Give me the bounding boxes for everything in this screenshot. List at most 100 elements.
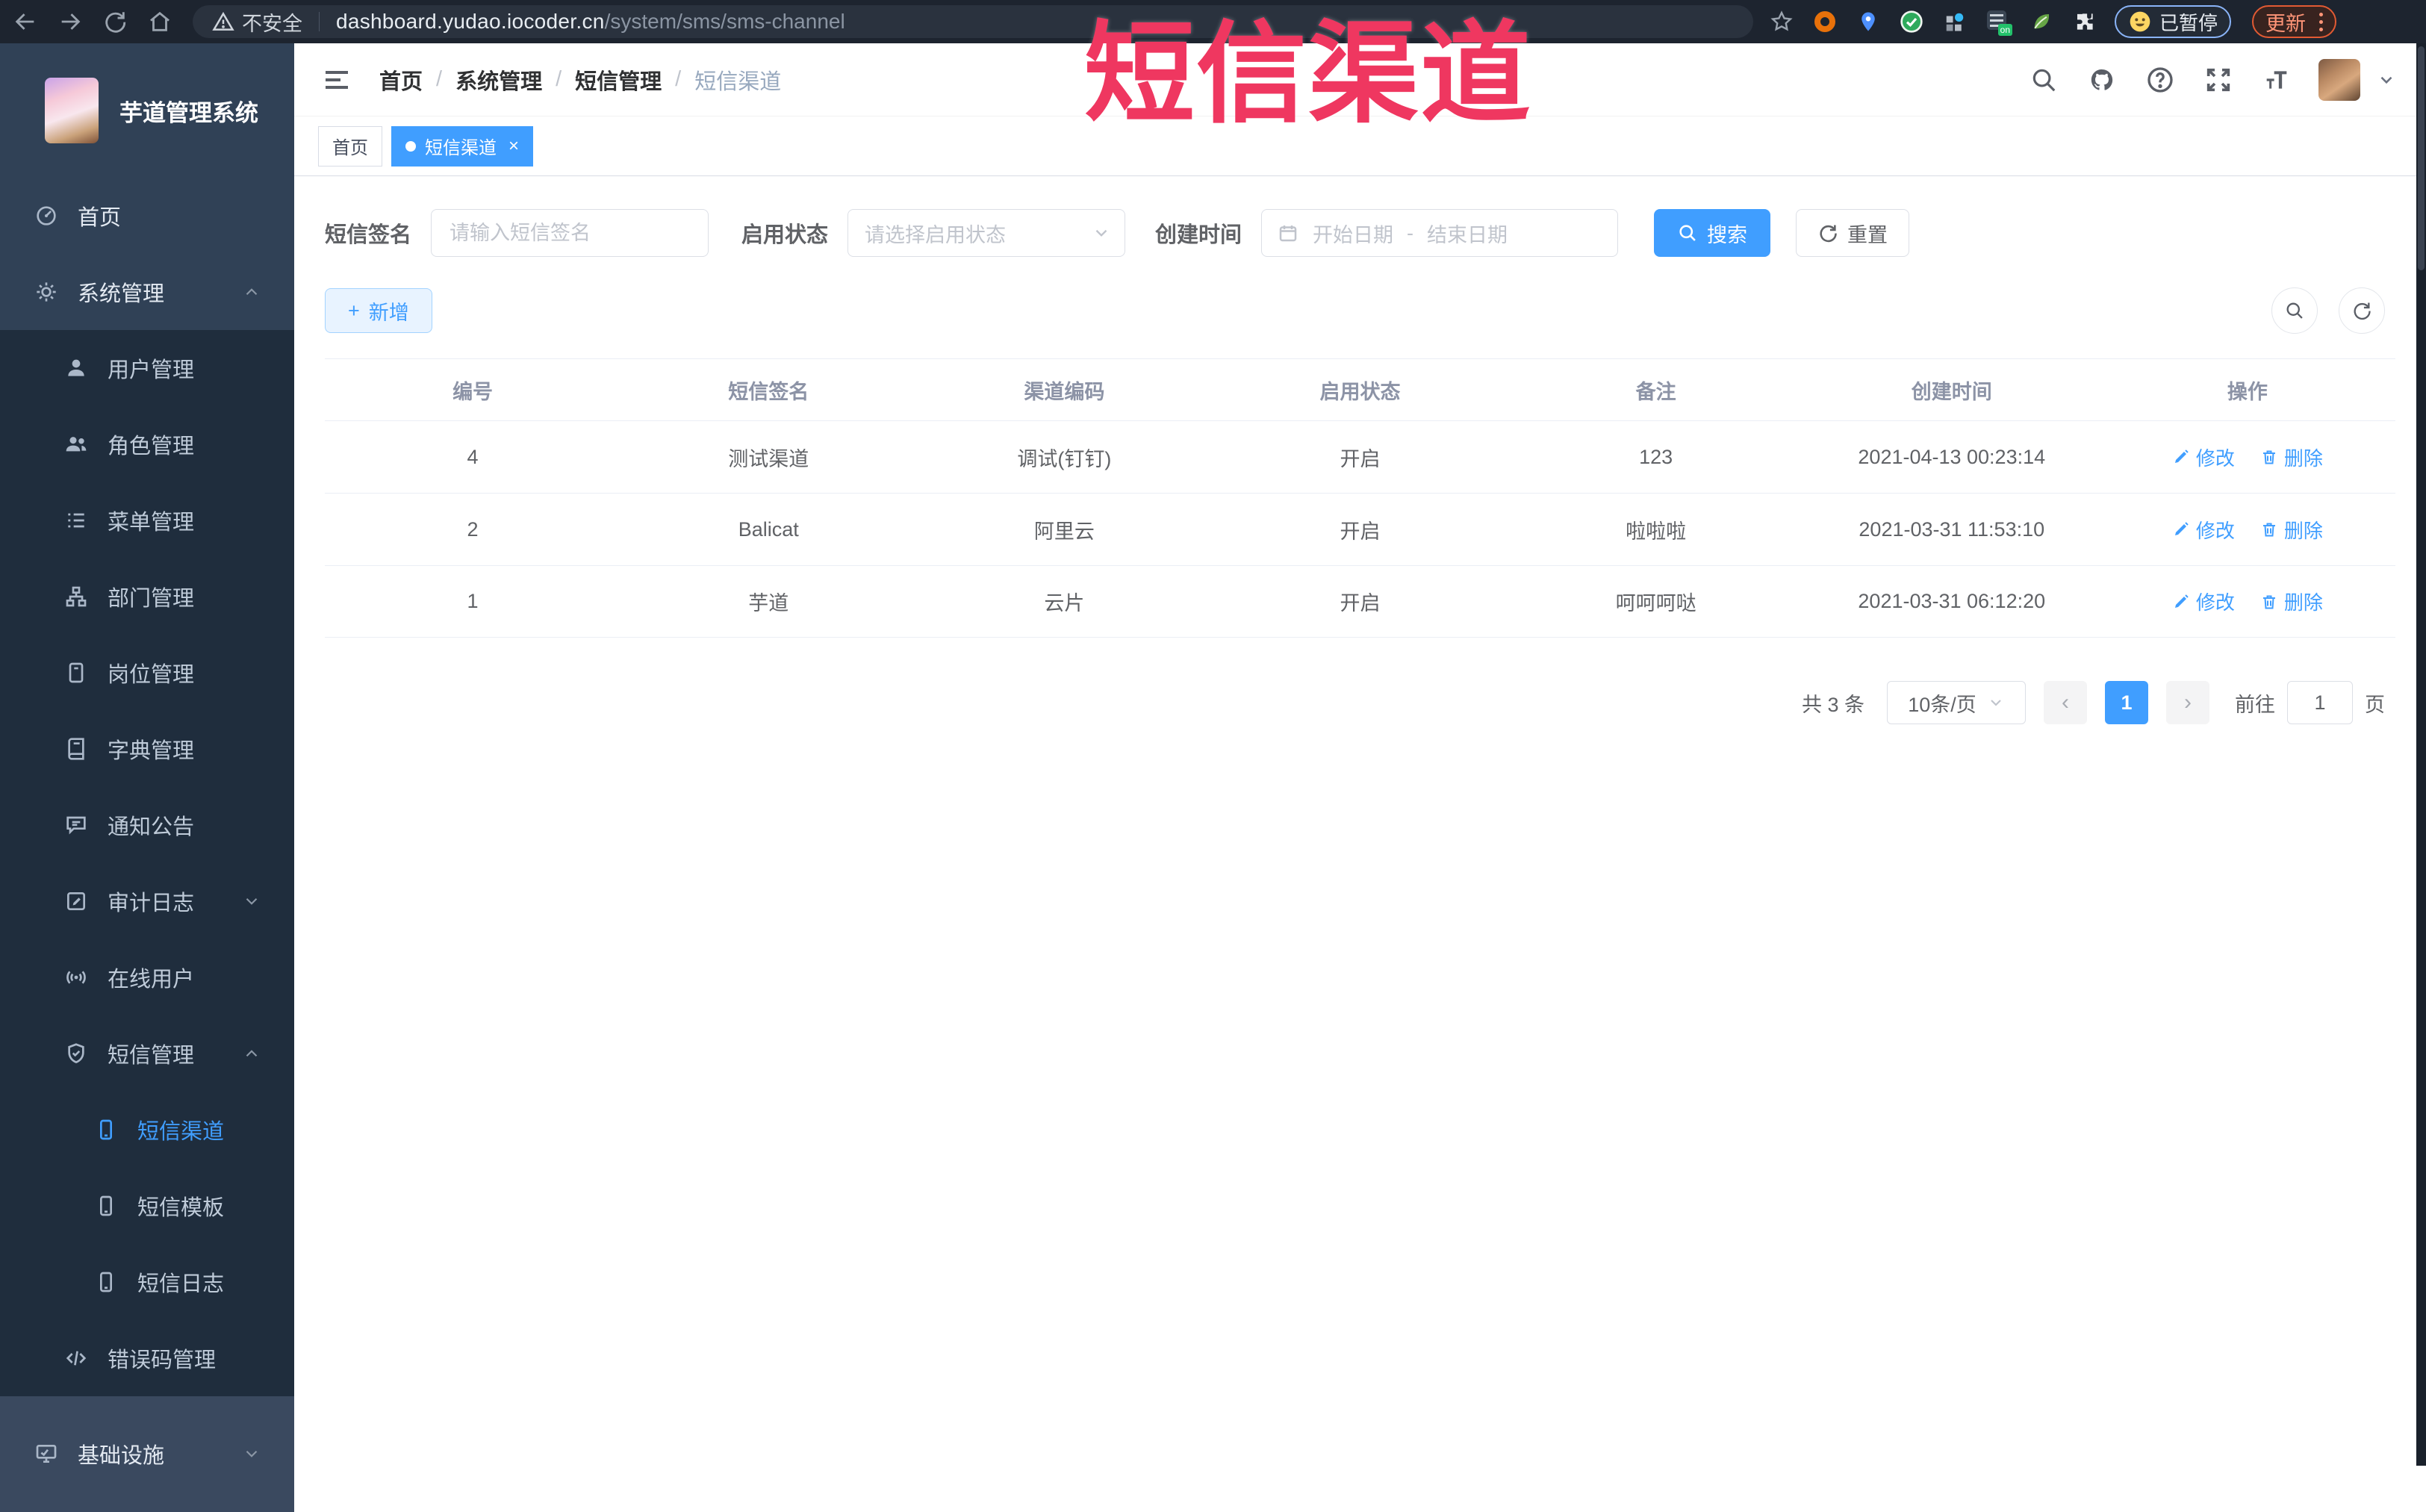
extension-puzzle-icon[interactable]: [2071, 8, 2098, 35]
sidebar-item-home[interactable]: 首页: [0, 178, 294, 254]
sms-sign-input[interactable]: [431, 209, 709, 257]
extension-green-leaf-icon[interactable]: [2028, 8, 2055, 35]
delete-icon: [2260, 593, 2278, 611]
browser-home-icon[interactable]: [140, 5, 179, 38]
chevron-down-icon: [242, 892, 261, 911]
browser-update-button[interactable]: 更新: [2252, 5, 2337, 38]
security-warning[interactable]: 不安全: [212, 7, 302, 37]
table-cell-created: 2021-03-31 11:53:10: [1859, 517, 2045, 541]
sidebar-item-role-mgmt[interactable]: 角色管理: [0, 406, 294, 482]
delete-icon: [2260, 448, 2278, 466]
edit-row-button[interactable]: 修改: [2172, 444, 2235, 471]
page-size-select[interactable]: 10条/页: [1887, 681, 2026, 724]
breadcrumb-item-sms[interactable]: 短信管理: [575, 64, 662, 96]
url-bar[interactable]: 不安全 dashboard.yudao.iocoder.cn /system/s…: [193, 5, 1753, 38]
delete-row-button[interactable]: 删除: [2260, 588, 2323, 615]
breadcrumb: 首页 / 系统管理 / 短信管理 / 短信渠道: [379, 64, 781, 96]
fullscreen-icon[interactable]: [2202, 63, 2235, 96]
tab-close-icon[interactable]: ×: [508, 137, 519, 155]
start-date-placeholder[interactable]: 开始日期: [1313, 219, 1393, 248]
tab-sms-channel[interactable]: 短信渠道 ×: [391, 125, 534, 167]
add-button[interactable]: + 新增: [325, 288, 432, 333]
user-avatar[interactable]: [2318, 58, 2360, 101]
table-header-cell: 启用状态: [1319, 380, 1401, 403]
browser-back-icon[interactable]: [6, 5, 45, 38]
search-button[interactable]: 搜索: [1654, 209, 1771, 257]
help-icon[interactable]: [2144, 63, 2177, 96]
sidebar-item-menu-mgmt[interactable]: 菜单管理: [0, 482, 294, 559]
sidebar-item-sms-channel[interactable]: 短信渠道: [0, 1092, 294, 1168]
font-size-icon[interactable]: [2260, 63, 2293, 96]
app-logo: [45, 78, 99, 143]
sms-channel-table: 编号 短信签名 渠道编码 启用状态 备注 创建时间 操作 4 测试渠道 调试(钉钉) 开启 123 2…: [325, 358, 2395, 638]
sms-shield-icon: [64, 1042, 88, 1065]
scrollbar-thumb[interactable]: [2418, 46, 2425, 270]
show-search-toggle-button[interactable]: [2271, 287, 2318, 334]
select-placeholder: 请选择启用状态: [865, 223, 1007, 246]
sidebar-item-sms-log[interactable]: 短信日志: [0, 1244, 294, 1320]
edit-row-button[interactable]: 修改: [2172, 588, 2235, 615]
table-cell-remark: 呵呵呵哒: [1615, 592, 1696, 615]
extension-on-badge-icon[interactable]: on: [1985, 8, 2012, 36]
browser-forward-icon[interactable]: [51, 5, 90, 38]
sidebar-item-dept-mgmt[interactable]: 部门管理: [0, 559, 294, 635]
table-row: 4 测试渠道 调试(钉钉) 开启 123 2021-04-13 00:23:14 修改 删除: [325, 420, 2395, 493]
edit-label: 修改: [2195, 591, 2235, 614]
sidebar-item-error-code-mgmt[interactable]: 错误码管理: [0, 1320, 294, 1396]
sidebar-item-label: 审计日志: [108, 892, 195, 915]
extension-grid-blue-dot-icon[interactable]: [1941, 8, 1968, 35]
sidebar-logo-link[interactable]: 芋道管理系统: [0, 43, 294, 178]
monitor-icon: [34, 1442, 58, 1466]
page-1-button[interactable]: 1: [2105, 681, 2148, 724]
sidebar-item-dict-mgmt[interactable]: 字典管理: [0, 711, 294, 787]
header-search-icon[interactable]: [2027, 63, 2060, 96]
sidebar-item-system-mgmt[interactable]: 系统管理: [0, 254, 294, 330]
next-page-button[interactable]: ›: [2166, 681, 2209, 724]
extension-blue-pin-icon[interactable]: [1855, 8, 1882, 35]
date-range-picker[interactable]: 开始日期 - 结束日期: [1261, 209, 1619, 257]
tab-home[interactable]: 首页: [318, 125, 382, 167]
sidebar-item-audit-log[interactable]: 审计日志: [0, 863, 294, 939]
sidebar-item-notice[interactable]: 通知公告: [0, 787, 294, 863]
tab-label: 首页: [332, 138, 368, 158]
sidebar-item-sms-mgmt[interactable]: 短信管理: [0, 1015, 294, 1092]
sidebar-item-post-mgmt[interactable]: 岗位管理: [0, 635, 294, 711]
extension-green-check-icon[interactable]: [1898, 8, 1925, 35]
edit-row-button[interactable]: 修改: [2172, 516, 2235, 544]
phone-icon: [94, 1270, 118, 1294]
browser-scrollbar[interactable]: [2416, 43, 2426, 1466]
profile-paused-pill[interactable]: 已暂停: [2115, 5, 2232, 38]
end-date-placeholder[interactable]: 结束日期: [1427, 219, 1508, 248]
refresh-table-button[interactable]: [2339, 287, 2385, 334]
prev-page-button[interactable]: ‹: [2044, 681, 2087, 724]
sidebar-item-user-mgmt[interactable]: 用户管理: [0, 330, 294, 406]
table-row: 2 Balicat 阿里云 开启 啦啦啦 2021-03-31 11:53:10 修改 删除: [325, 493, 2395, 565]
sidebar-item-infrastructure[interactable]: 基础设施: [0, 1416, 294, 1492]
github-icon[interactable]: [2086, 63, 2118, 96]
hamburger-icon[interactable]: [311, 54, 363, 106]
search-icon: [2284, 300, 2305, 321]
bookmark-star-icon[interactable]: [1768, 8, 1795, 35]
enable-status-select[interactable]: 请选择启用状态: [847, 209, 1126, 257]
delete-row-button[interactable]: 删除: [2260, 516, 2323, 544]
sidebar-item-label: 短信日志: [137, 1272, 225, 1296]
reset-button[interactable]: 重置: [1796, 209, 1910, 257]
table-cell-code: 阿里云: [1033, 520, 1095, 543]
table-cell-id: 4: [467, 445, 479, 468]
tab-label: 短信渠道: [425, 138, 497, 158]
table-cell-code: 云片: [1044, 592, 1085, 615]
avatar-caret-down-icon[interactable]: [2377, 70, 2396, 90]
browser-menu-icon[interactable]: [2319, 12, 2324, 31]
breadcrumb-item-system[interactable]: 系统管理: [455, 64, 542, 96]
sidebar-item-label: 部门管理: [108, 587, 195, 611]
breadcrumb-separator: /: [436, 67, 443, 91]
delete-row-button[interactable]: 删除: [2260, 444, 2323, 471]
goto-page-input[interactable]: [2287, 681, 2353, 724]
sidebar-item-label: 短信模板: [137, 1196, 225, 1220]
extension-orange-ring-icon[interactable]: [1811, 8, 1838, 35]
breadcrumb-item-home[interactable]: 首页: [379, 64, 423, 96]
sidebar-item-online-users[interactable]: 在线用户: [0, 939, 294, 1015]
browser-reload-icon[interactable]: [96, 5, 134, 38]
breadcrumb-item-current: 短信渠道: [694, 69, 782, 94]
sidebar-item-sms-template[interactable]: 短信模板: [0, 1168, 294, 1244]
